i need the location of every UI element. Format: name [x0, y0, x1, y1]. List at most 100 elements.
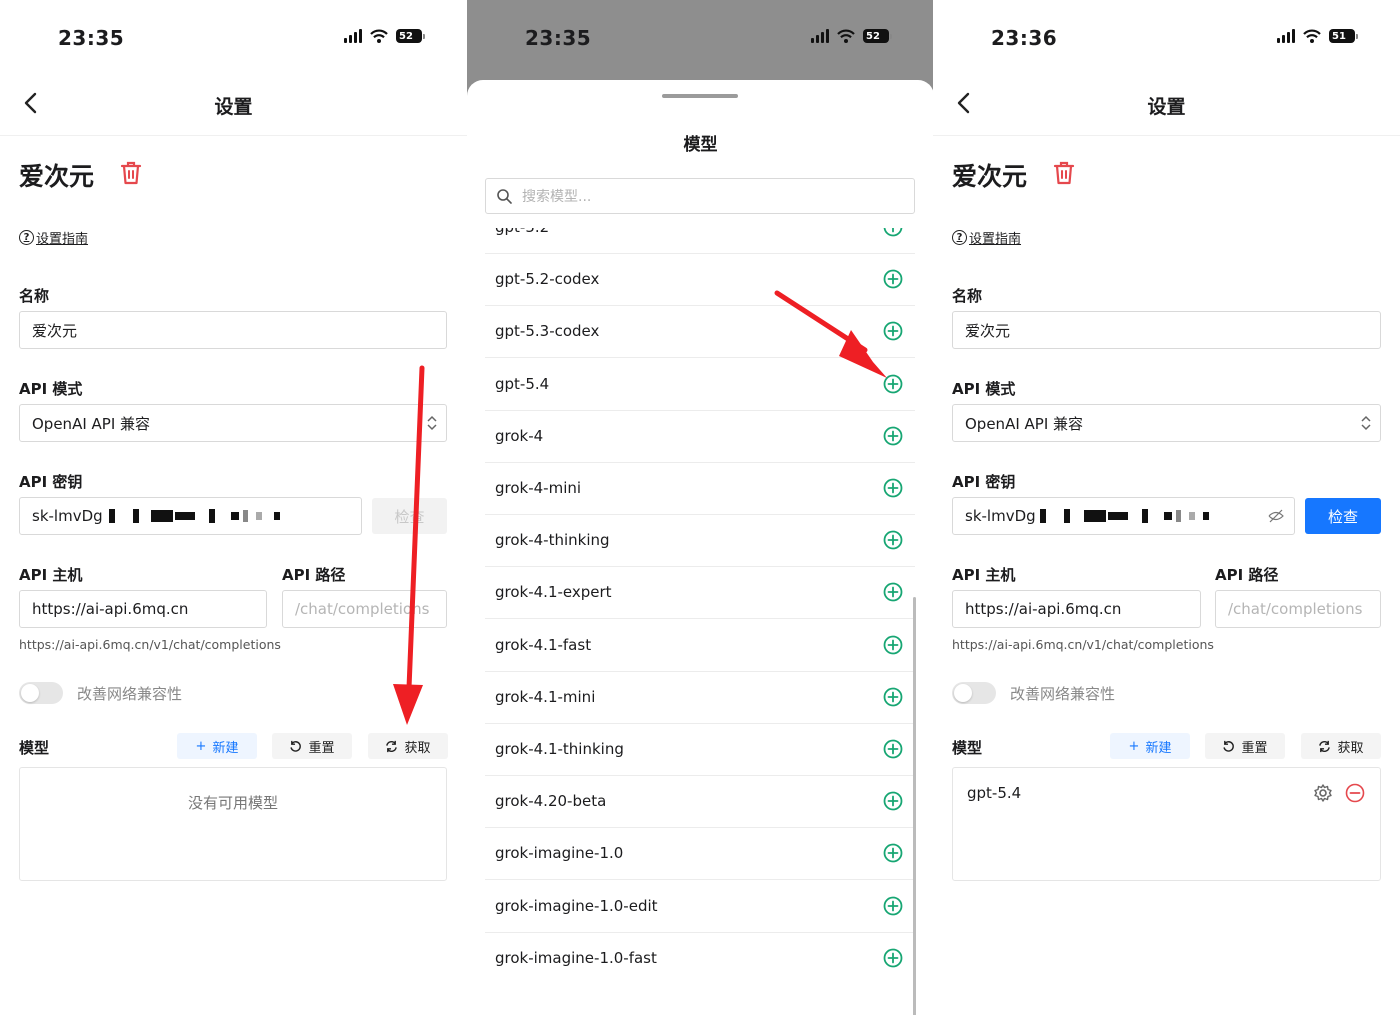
model-picker-screen: 23:35 52 模型 搜索模型... gpt-5.2 gpt-5.2-codex…	[467, 0, 934, 1015]
add-model-icon[interactable]	[883, 321, 903, 341]
model-row[interactable]: gpt-5.2-codex	[485, 254, 915, 307]
reset-models-button[interactable]: 重置	[272, 733, 352, 759]
trash-icon[interactable]	[1053, 160, 1075, 186]
reset-models-label: 重置	[1241, 740, 1268, 756]
add-model-icon[interactable]	[883, 426, 903, 446]
setup-guide-link[interactable]: ? 设置指南	[19, 228, 88, 247]
model-row-name: grok-4.1-expert	[495, 583, 612, 602]
api-mode-value: OpenAI API 兼容	[32, 414, 151, 433]
check-button[interactable]: 检查	[372, 498, 447, 534]
model-sheet: 模型 搜索模型... gpt-5.2 gpt-5.2-codex gpt-5.3-c…	[467, 80, 934, 1015]
model-row[interactable]: grok-4-mini	[485, 463, 915, 515]
model-row[interactable]: grok-imagine-1.0-fast	[485, 933, 915, 975]
trash-icon[interactable]	[120, 160, 142, 186]
add-model-icon[interactable]	[883, 739, 903, 759]
fetch-models-label: 获取	[1337, 740, 1364, 756]
model-row-name: grok-4.1-thinking	[495, 740, 624, 758]
add-model-icon[interactable]	[883, 530, 903, 550]
add-model-icon[interactable]	[883, 478, 903, 498]
model-row[interactable]: grok-4.1-thinking	[485, 724, 915, 776]
model-row[interactable]: gpt-5.3-codex	[485, 306, 915, 359]
model-row[interactable]: grok-4.1-mini	[485, 672, 915, 724]
help-icon: ?	[19, 230, 34, 245]
setup-guide-link[interactable]: ? 设置指南	[952, 228, 1021, 247]
sheet-drag-handle[interactable]	[662, 94, 738, 98]
api-path-field[interactable]: /chat/completions	[282, 590, 447, 628]
model-row[interactable]: grok-4-thinking	[485, 515, 915, 568]
model-row-name: grok-imagine-1.0	[495, 844, 624, 863]
new-model-button[interactable]: + 新建	[1110, 733, 1190, 759]
battery-level: 51	[1329, 29, 1355, 43]
model-row[interactable]: gpt-5.2	[485, 228, 915, 254]
api-key-value: sk-lmvDg	[965, 507, 1036, 525]
signal-icon	[811, 29, 829, 43]
model-row[interactable]: grok-imagine-1.0-edit	[485, 881, 915, 933]
model-row[interactable]: grok-4.20-beta	[485, 776, 915, 829]
fetch-models-label: 获取	[404, 740, 431, 756]
model-item-name: gpt-5.4	[967, 784, 1022, 802]
api-mode-value: OpenAI API 兼容	[965, 414, 1084, 433]
model-row[interactable]: gpt-5.4	[485, 359, 915, 411]
add-model-icon[interactable]	[883, 374, 903, 394]
add-model-icon[interactable]	[883, 228, 903, 237]
remove-model-icon[interactable]	[1345, 783, 1365, 803]
api-mode-select[interactable]: OpenAI API 兼容	[19, 404, 447, 442]
battery-level: 52	[863, 29, 889, 43]
model-row[interactable]: grok-imagine-1.0	[485, 828, 915, 881]
add-model-icon[interactable]	[883, 269, 903, 289]
model-row-name: grok-imagine-1.0-fast	[495, 948, 657, 967]
select-caret-icon	[427, 415, 437, 431]
status-time: 23:35	[58, 26, 125, 50]
fetch-models-button[interactable]: 获取	[368, 733, 448, 759]
api-key-label: API 密钥	[952, 473, 1016, 491]
model-search-input[interactable]: 搜索模型...	[485, 178, 915, 214]
network-compat-toggle[interactable]	[19, 682, 63, 704]
network-compat-toggle[interactable]	[952, 682, 996, 704]
eye-hidden-icon[interactable]	[1268, 508, 1284, 524]
api-path-field[interactable]: /chat/completions	[1215, 590, 1381, 628]
sheet-title: 模型	[683, 135, 718, 155]
name-field[interactable]: 爱次元	[952, 311, 1381, 349]
new-model-button[interactable]: + 新建	[177, 733, 257, 759]
api-mode-select[interactable]: OpenAI API 兼容	[952, 404, 1381, 442]
api-key-field[interactable]: sk-lmvDg	[952, 497, 1295, 535]
api-host-field[interactable]: https://ai-api.6mq.cn	[19, 590, 267, 628]
api-path-label: API 路径	[1215, 566, 1279, 584]
scrollbar[interactable]	[913, 597, 916, 1015]
help-icon: ?	[952, 230, 967, 245]
full-url-hint: https://ai-api.6mq.cn/v1/chat/completion…	[19, 637, 281, 652]
add-model-icon[interactable]	[883, 948, 903, 968]
api-host-field[interactable]: https://ai-api.6mq.cn	[952, 590, 1201, 628]
model-row[interactable]: grok-4.1-fast	[485, 620, 915, 672]
gear-icon[interactable]	[1313, 783, 1333, 803]
api-host-label: API 主机	[952, 566, 1016, 584]
name-label: 名称	[952, 287, 983, 305]
add-model-icon[interactable]	[883, 791, 903, 811]
battery-icon: 52	[863, 29, 892, 43]
wifi-icon	[837, 29, 855, 43]
name-field[interactable]: 爱次元	[19, 311, 447, 349]
add-model-icon[interactable]	[883, 687, 903, 707]
add-model-icon[interactable]	[883, 635, 903, 655]
nav-bar: 设置	[0, 80, 467, 136]
reset-models-label: 重置	[308, 740, 335, 756]
add-model-icon[interactable]	[883, 843, 903, 863]
nav-bar: 设置	[933, 80, 1400, 136]
api-key-field[interactable]: sk-lmvDg	[19, 497, 362, 535]
model-row[interactable]: grok-4.1-expert	[485, 567, 915, 620]
provider-name-heading: 爱次元	[952, 162, 1028, 191]
battery-icon: 52	[396, 29, 425, 43]
fetch-models-button[interactable]: 获取	[1301, 733, 1381, 759]
signal-icon	[1277, 29, 1295, 43]
add-model-icon[interactable]	[883, 582, 903, 602]
reset-models-button[interactable]: 重置	[1205, 733, 1285, 759]
api-mode-label: API 模式	[952, 380, 1016, 398]
model-row[interactable]: grok-4	[485, 411, 915, 463]
search-placeholder: 搜索模型...	[522, 189, 592, 205]
model-row-name: gpt-5.2-codex	[495, 270, 600, 289]
network-compat-label: 改善网络兼容性	[1010, 685, 1116, 703]
setup-guide-text: 设置指南	[36, 232, 89, 247]
select-caret-icon	[1361, 415, 1371, 431]
check-button[interactable]: 检查	[1305, 498, 1381, 534]
add-model-icon[interactable]	[883, 896, 903, 916]
